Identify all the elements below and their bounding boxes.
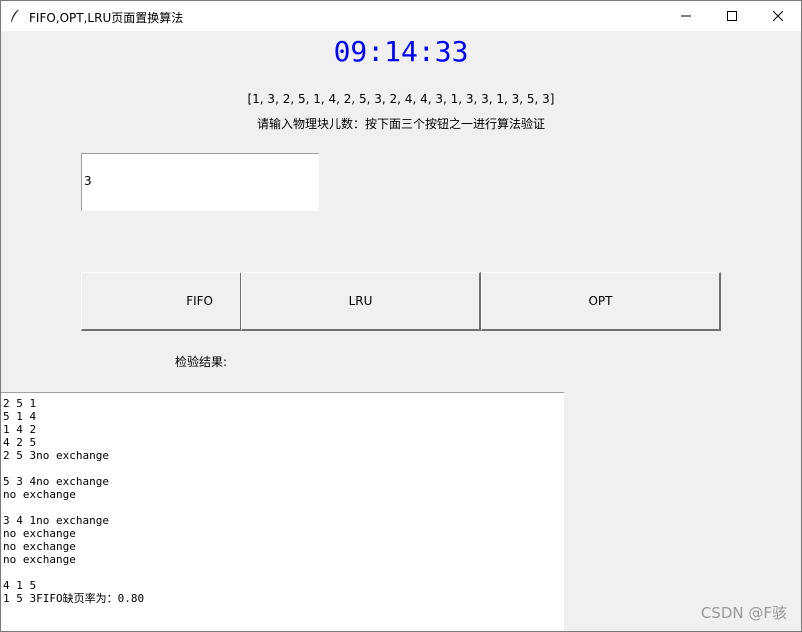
fifo-button[interactable]: FIFO (81, 272, 242, 331)
close-icon (773, 11, 783, 21)
feather-icon (8, 8, 24, 24)
output-line: 2 5 1 (3, 397, 37, 410)
window-title: FIFO,OPT,LRU页面置换算法 (29, 11, 184, 25)
output-line: 2 5 3no exchange (3, 449, 109, 462)
result-label: 检验结果: (175, 355, 228, 369)
output-line: 5 1 4 (3, 410, 37, 423)
output-line: no exchange (3, 540, 76, 553)
lru-button[interactable]: LRU (241, 272, 481, 331)
minimize-button[interactable] (663, 1, 709, 31)
reference-sequence: [1, 3, 2, 5, 1, 4, 2, 5, 3, 2, 4, 4, 3, … (247, 92, 555, 106)
instruction-text: 请输入物理块儿数：按下面三个按钮之一进行算法验证 (256, 117, 545, 131)
output-line: 1 5 3FIFO缺页率为：0.80 (3, 592, 145, 605)
app-window: FIFO,OPT,LRU页面置换算法 09:14:33 [1, 3, 2, 5,… (0, 0, 802, 632)
output-line: no exchange (3, 553, 76, 566)
output-line: 1 4 2 (3, 423, 37, 436)
close-button[interactable] (755, 1, 801, 31)
maximize-button[interactable] (709, 1, 755, 31)
block-count-input[interactable]: 3 (81, 153, 319, 211)
watermark: CSDN @F骇 (700, 604, 787, 622)
output-line: no exchange (3, 488, 76, 501)
output-line: 4 2 5 (3, 436, 37, 449)
clock-display: 09:14:33 (333, 35, 469, 68)
output-line: 3 4 1no exchange (3, 514, 109, 527)
title-bar[interactable]: FIFO,OPT,LRU页面置换算法 (1, 1, 801, 31)
minimize-icon (681, 15, 691, 17)
result-output[interactable]: 2 5 1 5 1 4 1 4 2 4 2 5 2 5 3no exchange… (1, 392, 564, 631)
maximize-icon (727, 11, 737, 21)
output-line: 5 3 4no exchange (3, 475, 109, 488)
output-line: no exchange (3, 527, 76, 540)
output-line: 4 1 5 (3, 579, 37, 592)
opt-button[interactable]: OPT (481, 272, 721, 331)
